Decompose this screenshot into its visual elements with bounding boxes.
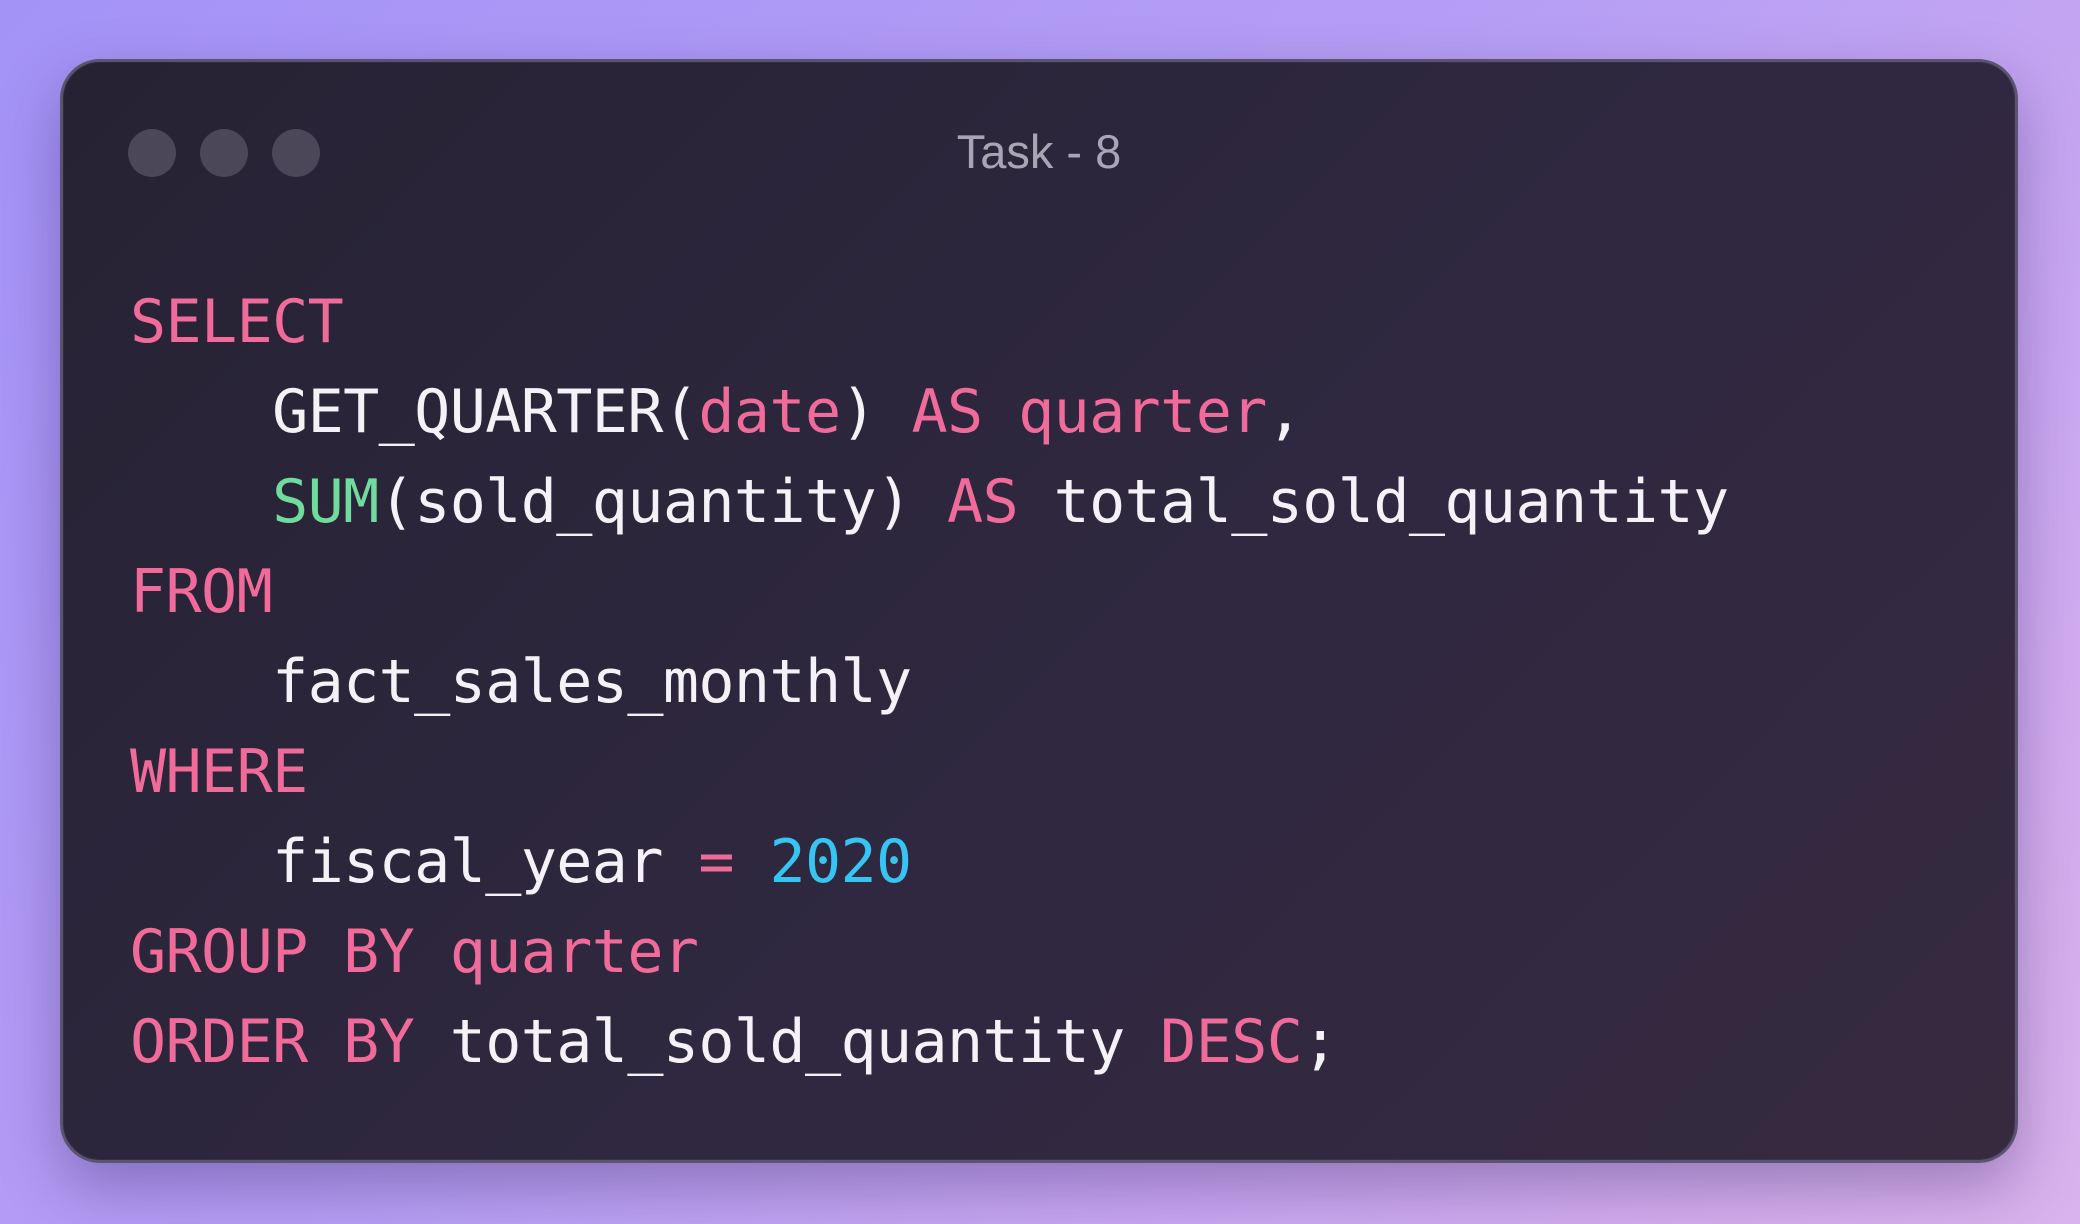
- code-line-2: GET_QUARTER(date) AS quarter,: [130, 367, 1729, 457]
- code-token: 2020: [769, 827, 912, 897]
- code-token: GROUP BY: [130, 917, 415, 987]
- code-token: GET_QUARTER(: [130, 377, 699, 447]
- code-line-1: SELECT: [130, 277, 1729, 367]
- code-line-5: fact_sales_monthly: [130, 637, 1729, 727]
- code-token: AS: [911, 377, 984, 447]
- code-token: SELECT: [130, 287, 344, 357]
- code-line-6: WHERE: [130, 727, 1729, 817]
- window-title: Task - 8: [956, 125, 1122, 178]
- code-block: SELECT GET_QUARTER(date) AS quarter, SUM…: [130, 277, 1729, 1087]
- code-token: ): [840, 377, 912, 447]
- code-line-8: GROUP BY quarter: [130, 907, 1729, 997]
- code-token: ;: [1302, 1007, 1338, 1077]
- code-token: date: [698, 377, 841, 447]
- code-token: quarter: [1018, 377, 1267, 447]
- code-token: FROM: [130, 557, 273, 627]
- code-token: total_sold_quantity: [414, 1007, 1161, 1077]
- window-titlebar: Task - 8: [63, 62, 2015, 252]
- code-window: Task - 8 SELECT GET_QUARTER(date) AS qua…: [60, 59, 2018, 1163]
- code-token: (sold_quantity): [378, 467, 948, 537]
- code-token: fact_sales_monthly: [130, 647, 912, 717]
- code-token: ,: [1266, 377, 1303, 447]
- code-line-9: ORDER BY total_sold_quantity DESC;: [130, 997, 1729, 1087]
- code-token: SUM: [272, 467, 379, 537]
- code-token: total_sold_quantity: [1018, 467, 1730, 537]
- code-line-7: fiscal_year = 2020: [130, 817, 1729, 907]
- code-token: DESC: [1160, 1007, 1303, 1077]
- code-token: WHERE: [130, 737, 308, 807]
- code-line-3: SUM(sold_quantity) AS total_sold_quantit…: [130, 457, 1729, 547]
- code-token: =: [698, 827, 734, 897]
- code-token: quarter: [449, 917, 699, 987]
- code-token: fiscal_year: [130, 827, 699, 897]
- code-token: ORDER BY: [130, 1007, 415, 1077]
- code-token: AS: [947, 467, 1019, 537]
- code-line-4: FROM: [130, 547, 1729, 637]
